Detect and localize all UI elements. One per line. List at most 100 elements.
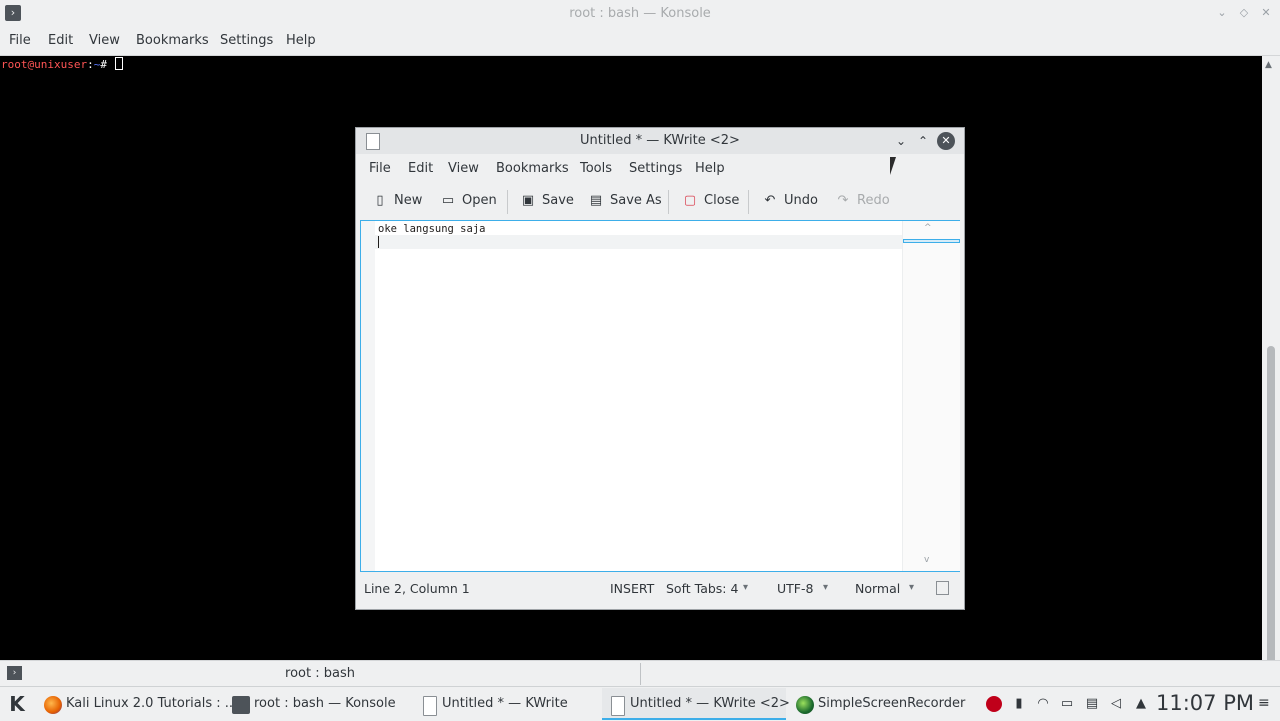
save-button-label: Save: [542, 193, 574, 208]
open-button-label: Open: [462, 193, 497, 208]
cursor-position[interactable]: Line 2, Column 1: [364, 581, 470, 596]
scroll-up-icon[interactable]: ▲: [1265, 60, 1272, 70]
undo-button[interactable]: ↶ Undo: [762, 192, 818, 210]
menu-settings[interactable]: Settings: [629, 161, 682, 176]
text-editor-area[interactable]: oke langsung saja ^ v: [360, 220, 960, 572]
maximize-icon[interactable]: ◇: [1236, 5, 1252, 21]
konsole-menu-view[interactable]: View: [89, 33, 120, 48]
save-as-button-label: Save As: [610, 193, 662, 208]
menu-edit[interactable]: Edit: [408, 161, 433, 176]
konsole-icon: [232, 696, 250, 714]
minimap-viewport[interactable]: [903, 239, 960, 243]
prompt-end: #: [100, 58, 114, 71]
kwrite-icon: [423, 696, 437, 716]
terminal-scrollbar[interactable]: ▲: [1262, 56, 1280, 696]
scrollbar-handle[interactable]: [1267, 346, 1275, 696]
menu-view[interactable]: View: [448, 161, 479, 176]
konsole-menu-file[interactable]: File: [9, 33, 31, 48]
terminal-cursor: [114, 57, 123, 70]
task-item-konsole[interactable]: root : bash — Konsole: [226, 688, 410, 720]
save-button[interactable]: ▣ Save: [520, 192, 574, 210]
scroll-up-icon[interactable]: ^: [924, 223, 932, 233]
konsole-menubar: File Edit View Bookmarks Settings Help: [0, 27, 1280, 56]
kwrite-titlebar[interactable]: Untitled * — KWrite <2> ⌄ ⌃ ✕: [356, 128, 964, 154]
menu-file[interactable]: File: [369, 161, 391, 176]
clipboard-icon[interactable]: ▤: [1084, 696, 1100, 712]
usb-device-icon[interactable]: ▮: [1011, 696, 1027, 712]
new-document-icon: ▯: [376, 193, 384, 208]
task-item-screenrecorder[interactable]: SimpleScreenRecorder: [790, 688, 968, 720]
kde-launcher-icon[interactable]: K: [4, 691, 30, 717]
chevron-down-icon[interactable]: ▾: [909, 582, 914, 593]
firefox-icon: [44, 696, 62, 714]
tab-divider: [640, 663, 641, 685]
tray-expand-icon[interactable]: ▲: [1133, 696, 1149, 712]
terminal-prompt[interactable]: root@unixuser:~#: [1, 57, 123, 71]
task-item-kwrite[interactable]: Untitled * — KWrite: [414, 688, 598, 720]
wifi-icon[interactable]: ◠: [1035, 696, 1051, 712]
task-label: Untitled * — KWrite: [442, 696, 568, 711]
kwrite-window: Untitled * — KWrite <2> ⌄ ⌃ ✕ File Edit …: [356, 128, 964, 609]
close-icon[interactable]: ✕: [937, 132, 955, 150]
konsole-menu-settings[interactable]: Settings: [220, 33, 273, 48]
maximize-icon[interactable]: ⌃: [914, 132, 932, 150]
minimize-icon[interactable]: ⌄: [1214, 5, 1230, 21]
clock[interactable]: 11:07 PM: [1156, 691, 1254, 715]
konsole-window-title: root : bash — Konsole: [569, 6, 711, 21]
menu-bookmarks[interactable]: Bookmarks: [496, 161, 569, 176]
konsole-tabbar: › root : bash: [0, 660, 1280, 687]
save-as-icon: ▤: [589, 193, 603, 208]
record-icon[interactable]: [986, 696, 1002, 712]
screenrecorder-icon: [796, 696, 814, 714]
konsole-tab[interactable]: root : bash: [0, 666, 640, 681]
toolbar-separator: [668, 190, 669, 214]
save-icon: ▣: [521, 193, 535, 208]
kwrite-toolbar: ▯ New ▭ Open ▣ Save ▤ Save As ▢ Close ↶ Undo ↷…: [356, 184, 964, 218]
chevron-down-icon[interactable]: ▾: [743, 582, 748, 593]
highlight-mode[interactable]: Normal: [855, 581, 900, 596]
panel-menu-icon[interactable]: ≡: [1258, 695, 1270, 711]
task-label: SimpleScreenRecorder: [818, 696, 966, 711]
konsole-titlebar[interactable]: › root : bash — Konsole ⌄ ◇ ✕: [0, 0, 1280, 27]
kwrite-statusbar: Line 2, Column 1 INSERT Soft Tabs: 4 ▾ U…: [356, 578, 964, 600]
new-button[interactable]: ▯ New: [372, 192, 422, 210]
minimize-icon[interactable]: ⌄: [892, 132, 910, 150]
menu-tools[interactable]: Tools: [580, 161, 612, 176]
menu-help[interactable]: Help: [695, 161, 725, 176]
redo-button[interactable]: ↷ Redo: [835, 192, 890, 210]
prompt-separator: :: [87, 58, 94, 71]
editor-gutter: [361, 221, 375, 571]
kwrite-menubar: File Edit View Bookmarks Tools Settings …: [356, 155, 964, 183]
battery-icon[interactable]: ▭: [1059, 696, 1075, 712]
save-status-icon[interactable]: [936, 581, 949, 595]
volume-icon[interactable]: ◁: [1108, 696, 1124, 712]
encoding-setting[interactable]: UTF-8: [777, 581, 813, 596]
task-item-firefox[interactable]: Kali Linux 2.0 Tutorials : ...: [38, 688, 237, 720]
task-label: Untitled * — KWrite <2>: [630, 696, 790, 711]
konsole-menu-bookmarks[interactable]: Bookmarks: [136, 33, 209, 48]
text-caret: [378, 236, 379, 248]
current-line-highlight: [375, 235, 902, 249]
undo-button-label: Undo: [784, 193, 818, 208]
konsole-menu-help[interactable]: Help: [286, 33, 316, 48]
konsole-menu-edit[interactable]: Edit: [48, 33, 73, 48]
open-button[interactable]: ▭ Open: [440, 192, 497, 210]
minimap-scrollbar[interactable]: ^ v: [902, 221, 960, 571]
chevron-down-icon[interactable]: ▾: [823, 582, 828, 593]
editor-text-line[interactable]: oke langsung saja: [378, 223, 485, 236]
task-label: Kali Linux 2.0 Tutorials : ...: [66, 696, 238, 711]
close-document-icon: ▢: [683, 193, 697, 208]
input-mode[interactable]: INSERT: [610, 581, 654, 596]
scroll-down-icon[interactable]: v: [924, 555, 929, 565]
redo-button-label: Redo: [857, 193, 890, 208]
save-as-button[interactable]: ▤ Save As: [588, 192, 662, 210]
taskbar: K Kali Linux 2.0 Tutorials : ... root : …: [0, 686, 1280, 721]
close-button[interactable]: ▢ Close: [682, 192, 740, 210]
close-icon[interactable]: ✕: [1258, 5, 1274, 21]
toolbar-separator: [507, 190, 508, 214]
kwrite-window-title: Untitled * — KWrite <2>: [580, 133, 740, 148]
toolbar-separator: [748, 190, 749, 214]
indentation-setting[interactable]: Soft Tabs: 4: [666, 581, 738, 596]
task-item-kwrite-2[interactable]: Untitled * — KWrite <2>: [602, 688, 790, 720]
close-button-label: Close: [704, 193, 740, 208]
